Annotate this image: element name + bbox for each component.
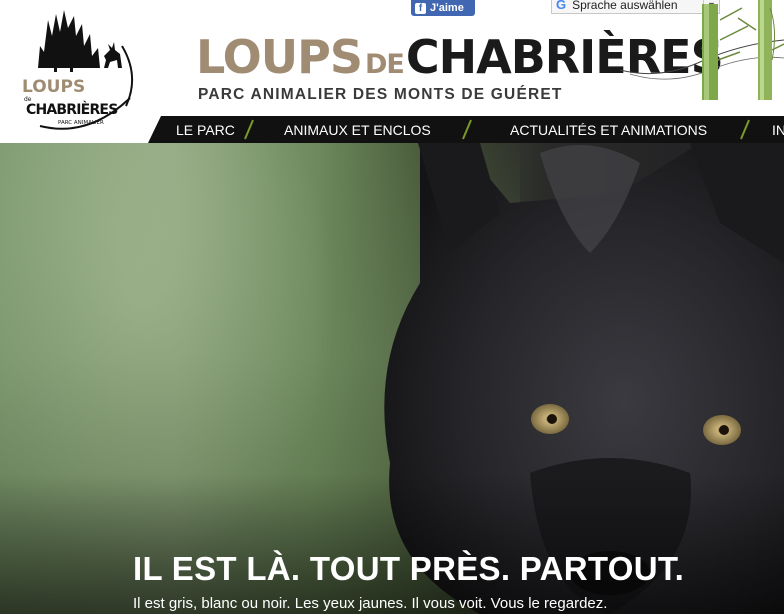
- title-de: DE: [364, 49, 405, 80]
- main-nav: LE PARC ANIMAUX ET ENCLOS ACTUALITÉS ET …: [148, 116, 784, 143]
- nav-item-animaux-et-enclos[interactable]: ANIMAUX ET ENCLOS: [284, 122, 431, 138]
- facebook-thumb-icon: f: [415, 2, 426, 14]
- site-subtitle: PARC ANIMALIER DES MONTS DE GUÉRET: [198, 86, 563, 103]
- site-title: LOUPS DECHABRIÈRES PARC ANIMALIER DES MON…: [196, 30, 724, 103]
- hero-text-shade: [0, 474, 784, 614]
- hero-subtitle: Il est gris, blanc ou noir. Les yeux jau…: [133, 595, 608, 612]
- nav-item-actualites-et-animations[interactable]: ACTUALITÉS ET ANIMATIONS: [510, 122, 707, 138]
- nav-separator: [740, 119, 750, 140]
- facebook-like-button[interactable]: f J'aime: [411, 0, 475, 16]
- nav-separator: [244, 119, 254, 140]
- site-header: LOUPS de CHABRIÈRES PARC ANIMALIER f J'a…: [0, 0, 784, 130]
- facebook-like-label: J'aime: [430, 2, 464, 14]
- decorative-trees-icon: [620, 0, 784, 100]
- nav-separator: [462, 119, 472, 140]
- logo-text-chabrieres: CHABRIÈRES: [26, 101, 118, 118]
- logo-text-loups: LOUPS: [22, 77, 85, 97]
- hero-title: IL EST LÀ. TOUT PRÈS. PARTOUT.: [133, 550, 685, 587]
- logo-tagline: PARC ANIMALIER: [58, 120, 104, 126]
- nav-item-le-parc[interactable]: LE PARC: [176, 122, 235, 138]
- nav-item-in[interactable]: IN: [772, 122, 784, 138]
- google-g-icon: G: [556, 0, 567, 12]
- hero-banner: IL EST LÀ. TOUT PRÈS. PARTOUT. Il est gr…: [0, 143, 784, 614]
- logo-emblem: LOUPS de CHABRIÈRES PARC ANIMALIER: [22, 10, 134, 130]
- site-logo[interactable]: LOUPS de CHABRIÈRES PARC ANIMALIER: [18, 6, 140, 134]
- title-loups: LOUPS: [196, 30, 363, 84]
